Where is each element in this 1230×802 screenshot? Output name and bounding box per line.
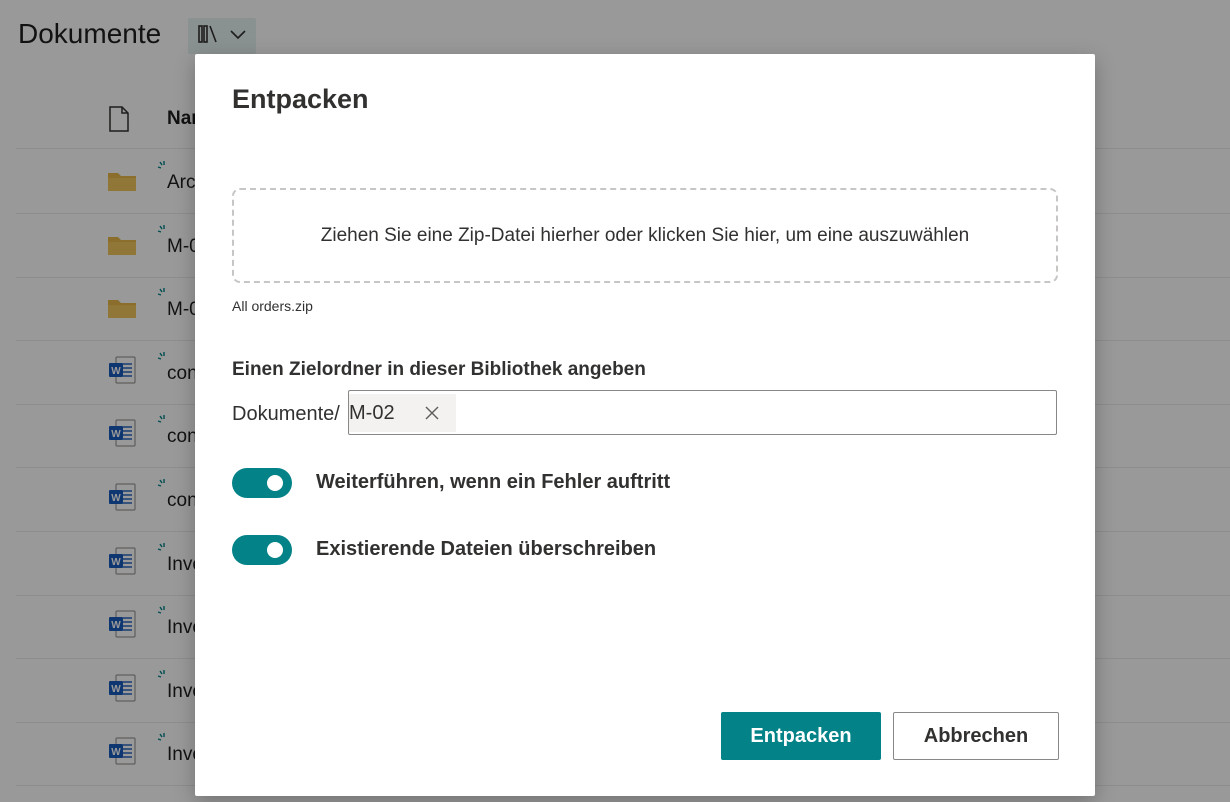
close-icon[interactable] [419, 400, 445, 426]
folder-chip[interactable]: M-02 [349, 394, 456, 432]
target-folder-label: Einen Zielordner in dieser Bibliothek an… [232, 359, 646, 380]
overwrite-files-label: Existierende Dateien überschreiben [316, 538, 657, 560]
continue-on-error-label: Weiterführen, wenn ein Fehler auftritt [316, 471, 671, 493]
dropzone-text: Ziehen Sie eine Zip-Datei hierher oder k… [320, 224, 970, 246]
unzip-button[interactable]: Entpacken [721, 712, 881, 760]
folder-chip-label: M-02 [349, 401, 395, 424]
overwrite-files-toggle[interactable] [232, 535, 292, 565]
dialog-title: Entpacken [232, 84, 369, 114]
continue-on-error-toggle[interactable] [232, 468, 292, 498]
zip-dropzone[interactable]: Ziehen Sie eine Zip-Datei hierher oder k… [232, 188, 1058, 283]
folder-picker-input[interactable]: M-02 [348, 390, 1057, 435]
toggle-knob [267, 475, 283, 491]
path-prefix: Dokumente/ [232, 403, 340, 425]
unzip-dialog: Entpacken Ziehen Sie eine Zip-Datei hier… [195, 54, 1095, 796]
toggle-knob [267, 542, 283, 558]
selected-file-name: All orders.zip [232, 298, 313, 314]
cancel-button[interactable]: Abbrechen [893, 712, 1059, 760]
